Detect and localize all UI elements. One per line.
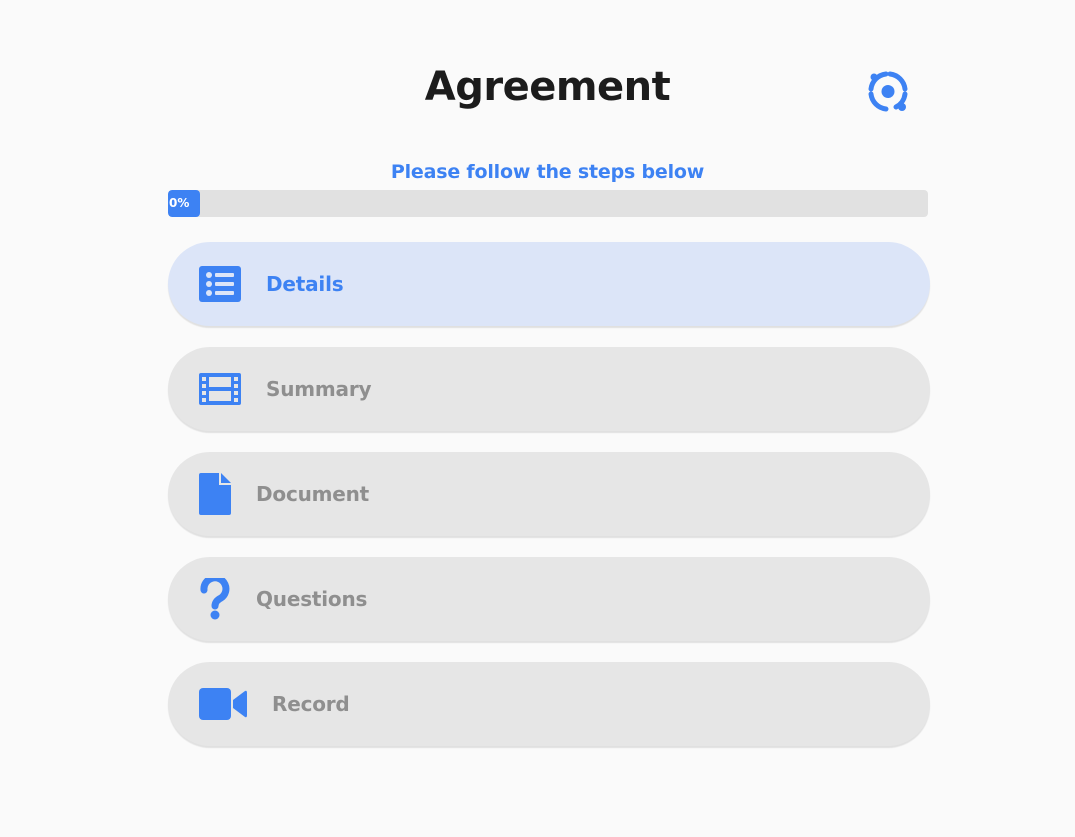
step-label: Summary: [266, 377, 372, 401]
step-label: Details: [266, 272, 344, 296]
focus-scan-icon[interactable]: [866, 70, 910, 114]
progress-bar: 0%: [168, 190, 928, 217]
file-icon: [199, 473, 231, 515]
steps-list: Details Summary Document Questions Recor…: [168, 242, 930, 767]
page-title: Agreement: [424, 64, 671, 110]
progress-label: 0%: [169, 196, 190, 210]
step-summary[interactable]: Summary: [168, 347, 930, 431]
list-icon: [199, 266, 241, 302]
step-document[interactable]: Document: [168, 452, 930, 536]
step-questions[interactable]: Questions: [168, 557, 930, 641]
step-record[interactable]: Record: [168, 662, 930, 746]
step-label: Questions: [256, 587, 368, 611]
step-details[interactable]: Details: [168, 242, 930, 326]
agreement-page: Agreement Please follow the steps below …: [0, 0, 1075, 837]
step-label: Document: [256, 482, 370, 506]
question-mark-icon: [200, 578, 230, 620]
step-label: Record: [272, 692, 350, 716]
instructions-text: Please follow the steps below: [390, 161, 705, 183]
video-camera-icon: [199, 688, 247, 720]
film-icon: [199, 373, 241, 405]
